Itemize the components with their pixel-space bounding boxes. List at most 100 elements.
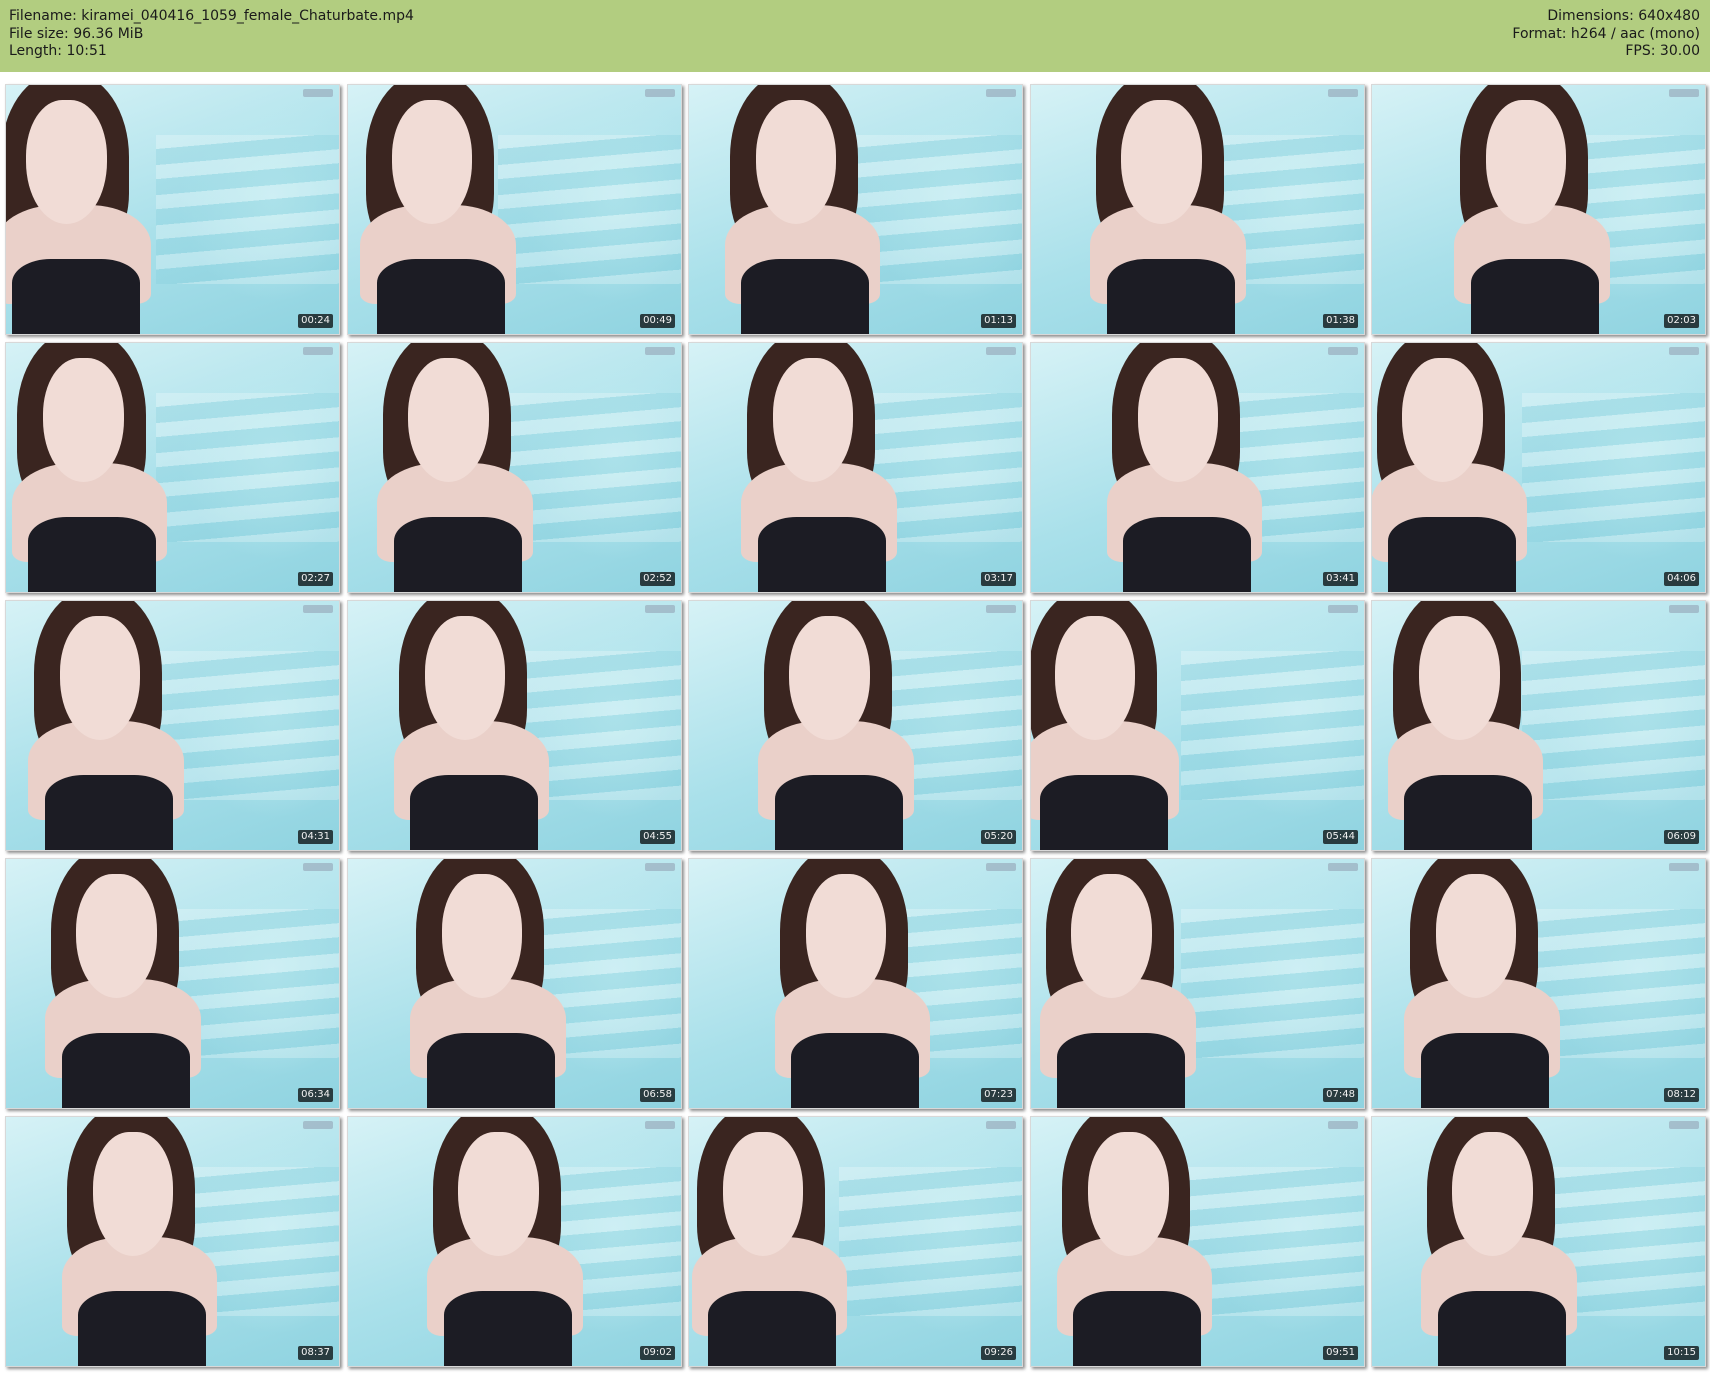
- timestamp-label: 02:03: [1664, 314, 1699, 328]
- watermark-logo: [1669, 605, 1699, 613]
- thumbnail-image: [6, 859, 339, 1108]
- video-thumbnail: 06:09: [1371, 600, 1706, 851]
- person-figure: [351, 85, 534, 334]
- person-figure: [19, 601, 202, 850]
- video-thumbnail: 06:58: [347, 858, 682, 1109]
- video-thumbnail: 10:15: [1371, 1116, 1706, 1367]
- timestamp-label: 02:27: [298, 572, 333, 586]
- video-thumbnail: 02:03: [1371, 84, 1706, 335]
- thumbnail-image: [6, 601, 339, 850]
- timestamp-label: 01:13: [981, 314, 1016, 328]
- thumbnail-image: [348, 601, 681, 850]
- background-sheet: [838, 1166, 1022, 1317]
- thumbnail-image: [6, 343, 339, 592]
- person-figure: [36, 859, 219, 1108]
- timestamp-label: 08:12: [1664, 1088, 1699, 1102]
- person-figure: [1081, 85, 1264, 334]
- timestamp-label: 09:02: [640, 1346, 675, 1360]
- thumbnail-image: [348, 343, 681, 592]
- thumbnail-image: [1031, 601, 1364, 850]
- person-figure: [368, 343, 551, 592]
- timestamp-label: 09:26: [981, 1346, 1016, 1360]
- video-thumbnail: 07:23: [688, 858, 1023, 1109]
- person-figure: [716, 85, 899, 334]
- watermark-logo: [645, 1121, 675, 1129]
- video-thumbnail: 09:02: [347, 1116, 682, 1367]
- timestamp-label: 06:34: [298, 1088, 333, 1102]
- dimensions-text: Dimensions: 640x480: [1547, 8, 1700, 24]
- person-figure: [6, 85, 169, 334]
- video-thumbnail: 02:27: [5, 342, 340, 593]
- timestamp-label: 00:24: [298, 314, 333, 328]
- timestamp-label: 03:41: [1323, 572, 1358, 586]
- info-header: Filename: kiramei_040416_1059_female_Cha…: [0, 0, 1710, 72]
- video-thumbnail: 01:13: [688, 84, 1023, 335]
- thumbnail-image: [1372, 859, 1705, 1108]
- video-thumbnail: 01:38: [1030, 84, 1365, 335]
- person-figure: [1031, 859, 1214, 1108]
- thumbnail-image: [689, 343, 1022, 592]
- video-thumbnail: 00:24: [5, 84, 340, 335]
- video-thumbnail: 04:55: [347, 600, 682, 851]
- watermark-logo: [303, 1121, 333, 1129]
- timestamp-label: 02:52: [640, 572, 675, 586]
- thumbnail-image: [1031, 1117, 1364, 1366]
- thumbnail-image: [6, 1117, 339, 1366]
- watermark-logo: [1328, 89, 1358, 97]
- person-figure: [1445, 85, 1628, 334]
- watermark-logo: [986, 347, 1016, 355]
- thumbnail-image: [1372, 85, 1705, 334]
- thumbnail-grid: 00:24 00:49 01:13 01:38 02:03 02:27 02:52 03:17…: [0, 80, 1710, 1370]
- watermark-logo: [645, 89, 675, 97]
- timestamp-label: 07:48: [1323, 1088, 1358, 1102]
- person-figure: [1412, 1117, 1595, 1366]
- person-figure: [689, 1117, 865, 1366]
- video-thumbnail: 04:31: [5, 600, 340, 851]
- person-figure: [418, 1117, 601, 1366]
- thumbnail-image: [1372, 343, 1705, 592]
- timestamp-label: 06:09: [1664, 830, 1699, 844]
- person-figure: [1031, 601, 1198, 850]
- watermark-logo: [645, 863, 675, 871]
- watermark-logo: [645, 605, 675, 613]
- thumbnail-image: [348, 85, 681, 334]
- timestamp-label: 05:44: [1323, 830, 1358, 844]
- watermark-logo: [303, 863, 333, 871]
- timestamp-label: 10:15: [1664, 1346, 1699, 1360]
- person-figure: [1048, 1117, 1231, 1366]
- watermark-logo: [303, 347, 333, 355]
- watermark-logo: [1328, 1121, 1358, 1129]
- watermark-logo: [1669, 863, 1699, 871]
- video-thumbnail: 05:44: [1030, 600, 1365, 851]
- person-figure: [385, 601, 568, 850]
- timestamp-label: 04:55: [640, 830, 675, 844]
- person-figure: [749, 601, 932, 850]
- thumbnail-image: [1031, 343, 1364, 592]
- watermark-logo: [1669, 89, 1699, 97]
- video-thumbnail: 07:48: [1030, 858, 1365, 1109]
- video-thumbnail: 05:20: [688, 600, 1023, 851]
- info-left: Filename: kiramei_040416_1059_female_Cha…: [9, 8, 414, 61]
- video-thumbnail: 06:34: [5, 858, 340, 1109]
- timestamp-label: 04:06: [1664, 572, 1699, 586]
- fps-text: FPS: 30.00: [1625, 43, 1700, 59]
- filename-text: Filename: kiramei_040416_1059_female_Cha…: [9, 8, 414, 24]
- length-text: Length: 10:51: [9, 43, 107, 59]
- watermark-logo: [986, 89, 1016, 97]
- person-figure: [401, 859, 584, 1108]
- watermark-logo: [1328, 605, 1358, 613]
- watermark-logo: [1328, 347, 1358, 355]
- timestamp-label: 01:38: [1323, 314, 1358, 328]
- watermark-logo: [645, 347, 675, 355]
- thumbnail-image: [1031, 859, 1364, 1108]
- video-thumbnail: 03:41: [1030, 342, 1365, 593]
- video-thumbnail: 08:12: [1371, 858, 1706, 1109]
- person-figure: [766, 859, 949, 1108]
- watermark-logo: [1669, 347, 1699, 355]
- timestamp-label: 09:51: [1323, 1346, 1358, 1360]
- thumbnail-image: [1031, 85, 1364, 334]
- info-right: Dimensions: 640x480 Format: h264 / aac (…: [1512, 8, 1700, 61]
- timestamp-label: 08:37: [298, 1346, 333, 1360]
- video-thumbnail: 03:17: [688, 342, 1023, 593]
- person-figure: [1098, 343, 1281, 592]
